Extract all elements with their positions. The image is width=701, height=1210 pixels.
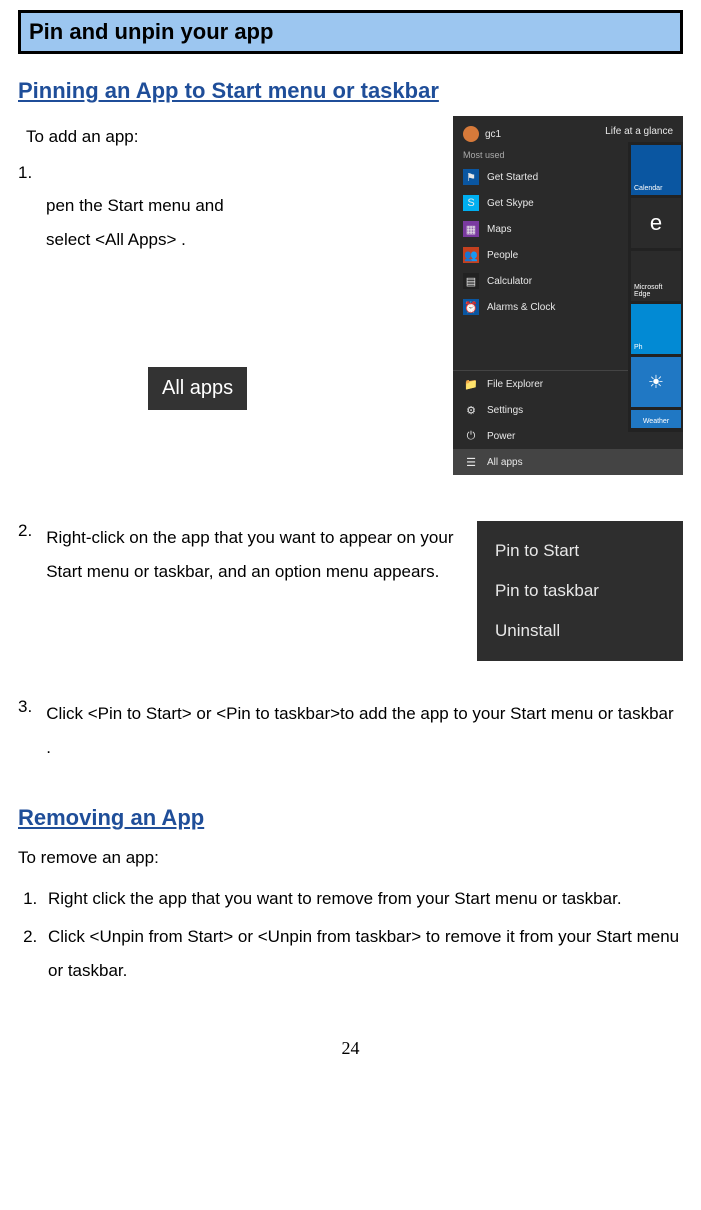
start-menu-life-label: Life at a glance <box>605 126 673 142</box>
removing-step-2: Click <Unpin from Start> or <Unpin from … <box>42 920 683 988</box>
skype-icon: S <box>463 195 479 211</box>
edge-icon: e <box>650 210 662 236</box>
step-2-number: 2. <box>18 521 32 589</box>
calculator-icon: ▤ <box>463 273 479 289</box>
start-item-label: People <box>487 250 518 261</box>
tile-weather: ☀ <box>631 357 681 407</box>
context-item-pin-taskbar: Pin to taskbar <box>477 571 683 611</box>
step-1-line-1: pen the Start menu and <box>46 189 443 223</box>
step-3-number: 3. <box>18 697 32 765</box>
power-icon: ⏻ <box>463 428 479 444</box>
removing-intro: To remove an app: <box>18 843 683 874</box>
step-2-text: Right-click on the app that you want to … <box>46 521 459 589</box>
step-1-number: 1. <box>18 163 443 183</box>
tile-photos: Ph <box>631 304 681 354</box>
start-item-label: Maps <box>487 224 511 235</box>
start-item-label: All apps <box>487 457 523 468</box>
folder-icon: 📁 <box>463 376 479 392</box>
tile-edge-label: Microsoft Edge <box>631 251 681 301</box>
context-menu-screenshot: Pin to Start Pin to taskbar Uninstall <box>477 521 683 661</box>
flag-icon: ⚑ <box>463 169 479 185</box>
start-menu-username: gc1 <box>485 129 501 140</box>
start-menu-user: gc1 <box>463 126 501 142</box>
people-icon: 👥 <box>463 247 479 263</box>
start-item-label: File Explorer <box>487 379 543 390</box>
heading-pinning: Pinning an App to Start menu or taskbar <box>18 78 683 104</box>
context-item-uninstall: Uninstall <box>477 611 683 651</box>
heading-removing: Removing an App <box>18 805 683 831</box>
title-bar: Pin and unpin your app <box>18 10 683 54</box>
removing-step-1: Right click the app that you want to rem… <box>42 882 683 916</box>
pinning-intro: To add an app: <box>26 122 443 153</box>
step-3-text: Click <Pin to Start> or <Pin to taskbar>… <box>46 697 683 765</box>
start-menu-screenshot: gc1 Life at a glance Most used ⚑ Get Sta… <box>453 116 683 475</box>
start-item-label: Power <box>487 431 515 442</box>
tile-area: Calendar e Microsoft Edge Ph ☀ Weather <box>628 142 683 432</box>
user-avatar-icon <box>463 126 479 142</box>
all-apps-callout-label: All apps <box>148 367 247 410</box>
step-1-line-2: select <All Apps> . <box>46 223 443 257</box>
start-item-label: Calculator <box>487 276 532 287</box>
start-item-label: Get Skype <box>487 198 534 209</box>
start-item-label: Settings <box>487 405 523 416</box>
tile-calendar: Calendar <box>631 145 681 195</box>
page-number: 24 <box>18 1038 683 1059</box>
weather-icon: ☀ <box>648 372 664 393</box>
start-item-label: Get Started <box>487 172 538 183</box>
start-item-label: Alarms & Clock <box>487 302 555 313</box>
context-item-pin-start: Pin to Start <box>477 531 683 571</box>
clock-icon: ⏰ <box>463 299 479 315</box>
gear-icon: ⚙ <box>463 402 479 418</box>
start-item-all-apps: ☰ All apps <box>453 449 683 475</box>
tile-weather-label: Weather <box>631 410 681 428</box>
all-apps-icon: ☰ <box>463 454 479 470</box>
tile-edge: e <box>631 198 681 248</box>
maps-icon: ▦ <box>463 221 479 237</box>
